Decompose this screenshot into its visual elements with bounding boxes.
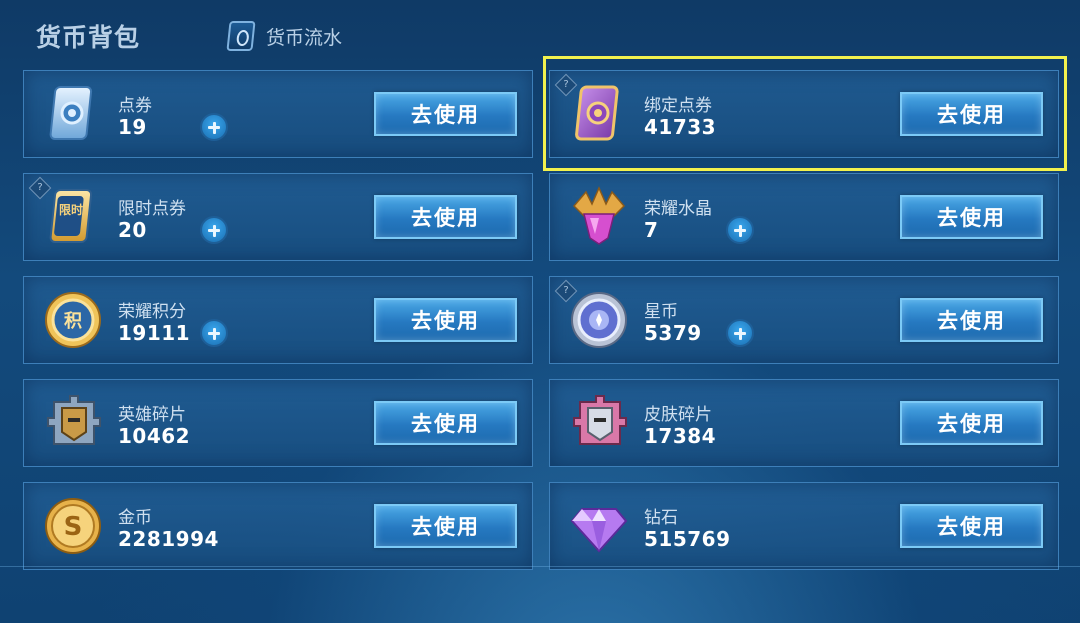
star-coin-icon: [571, 292, 627, 348]
ticket-icon: [49, 86, 93, 140]
header: 货币背包 货币流水: [0, 0, 1080, 68]
glory-crystal-icon: [572, 186, 626, 245]
currency-name: 绑定点券: [644, 96, 712, 116]
currency-name: 点券: [118, 96, 152, 116]
use-button[interactable]: 去使用: [900, 92, 1043, 136]
currency-count: 41733: [644, 115, 717, 139]
use-button[interactable]: 去使用: [900, 298, 1043, 342]
glory-points-icon: 积: [45, 292, 101, 348]
use-button[interactable]: 去使用: [374, 504, 517, 548]
skin-fragment-icon: [573, 395, 627, 445]
currency-count: 19: [118, 115, 147, 139]
gold-coin-icon: S: [45, 498, 101, 554]
currency-count: 19111: [118, 321, 191, 345]
add-glory-points-button[interactable]: [200, 319, 228, 347]
currency-name: 钻石: [644, 508, 678, 528]
currency-card-bound-ticket: ? 绑定点券 41733 去使用: [549, 70, 1059, 158]
currency-name: 荣耀水晶: [644, 199, 712, 219]
currency-card-star-coin: ? 星币 5379 去使用: [549, 276, 1059, 364]
currency-flow-button[interactable]: 货币流水: [226, 21, 343, 51]
add-ticket-button[interactable]: [200, 113, 228, 141]
currency-card-glory-points: 积 荣耀积分 19111 去使用: [23, 276, 533, 364]
ticket-icon: [226, 21, 256, 51]
use-button[interactable]: 去使用: [900, 195, 1043, 239]
divider: [0, 566, 1080, 567]
points-icon-text: 积: [64, 311, 82, 332]
currency-count: 5379: [644, 321, 702, 345]
currency-count: 2281994: [118, 527, 219, 551]
currency-card-skin-fragment: 皮肤碎片 17384 去使用: [549, 379, 1059, 467]
currency-name: 金币: [118, 508, 152, 528]
limited-icon-text: 限时: [59, 202, 83, 217]
add-star-coin-button[interactable]: [726, 319, 754, 347]
add-limited-ticket-button[interactable]: [200, 216, 228, 244]
bound-ticket-icon: [575, 85, 619, 141]
currency-count: 515769: [644, 527, 731, 551]
use-button[interactable]: 去使用: [374, 195, 517, 239]
add-glory-crystal-button[interactable]: [726, 216, 754, 244]
currency-name: 限时点券: [118, 199, 186, 219]
use-button[interactable]: 去使用: [374, 401, 517, 445]
currency-name: 皮肤碎片: [644, 405, 712, 425]
use-button[interactable]: 去使用: [374, 92, 517, 136]
currency-name: 荣耀积分: [118, 302, 186, 322]
hero-fragment-icon: [47, 395, 101, 445]
currency-flow-label: 货币流水: [266, 26, 343, 49]
currency-card-diamond: 钻石 515769 去使用: [549, 482, 1059, 570]
use-button[interactable]: 去使用: [900, 504, 1043, 548]
page-title: 货币背包: [36, 23, 141, 52]
currency-name: 星币: [644, 302, 678, 322]
currency-count: 7: [644, 218, 659, 242]
limited-ticket-icon: 限时: [49, 189, 93, 243]
use-button[interactable]: 去使用: [900, 401, 1043, 445]
gold-coin-icon-text: S: [64, 512, 83, 542]
use-button[interactable]: 去使用: [374, 298, 517, 342]
currency-count: 20: [118, 218, 147, 242]
currency-card-ticket: 点券 19 去使用: [23, 70, 533, 158]
currency-card-limited-ticket: ? 限时 限时点券 20 去使用: [23, 173, 533, 261]
currency-card-gold-coin: S 金币 2281994 去使用: [23, 482, 533, 570]
currency-name: 英雄碎片: [118, 405, 186, 425]
currency-card-hero-fragment: 英雄碎片 10462 去使用: [23, 379, 533, 467]
currency-count: 17384: [644, 424, 717, 448]
currency-card-glory-crystal: 荣耀水晶 7 去使用: [549, 173, 1059, 261]
currency-count: 10462: [118, 424, 191, 448]
diamond-icon: [570, 508, 628, 553]
